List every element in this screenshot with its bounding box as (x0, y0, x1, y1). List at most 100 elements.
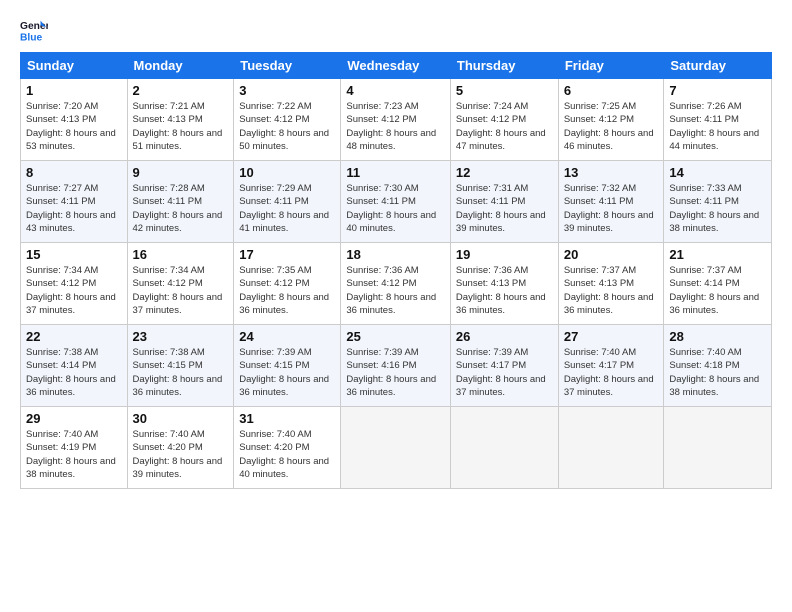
calendar-cell: 4 Sunrise: 7:23 AMSunset: 4:12 PMDaylight… (341, 79, 451, 161)
day-number: 14 (669, 165, 766, 180)
calendar-cell (664, 407, 772, 489)
svg-text:Blue: Blue (20, 32, 43, 43)
day-info: Sunrise: 7:28 AMSunset: 4:11 PMDaylight:… (133, 183, 223, 234)
weekday-header: Sunday (21, 53, 128, 79)
day-number: 31 (239, 411, 335, 426)
day-number: 30 (133, 411, 229, 426)
calendar-header-row: SundayMondayTuesdayWednesdayThursdayFrid… (21, 53, 772, 79)
day-number: 15 (26, 247, 122, 262)
calendar-cell: 24Sunrise: 7:39 AMSunset: 4:15 PMDayligh… (234, 325, 341, 407)
day-number: 13 (564, 165, 659, 180)
day-info: Sunrise: 7:34 AMSunset: 4:12 PMDaylight:… (26, 265, 116, 316)
day-number: 12 (456, 165, 553, 180)
calendar-cell: 7Sunrise: 7:26 AMSunset: 4:11 PMDaylight… (664, 79, 772, 161)
day-number: 1 (26, 83, 122, 98)
calendar-table: SundayMondayTuesdayWednesdayThursdayFrid… (20, 52, 772, 489)
day-number: 17 (239, 247, 335, 262)
weekday-header: Thursday (450, 53, 558, 79)
logo-icon: General Blue (20, 16, 48, 44)
day-info: Sunrise: 7:40 AMSunset: 4:19 PMDaylight:… (26, 429, 116, 480)
day-number: 28 (669, 329, 766, 344)
day-number: 11 (346, 165, 445, 180)
day-info: Sunrise: 7:25 AMSunset: 4:12 PMDaylight:… (564, 101, 654, 152)
day-info: Sunrise: 7:36 AMSunset: 4:13 PMDaylight:… (456, 265, 546, 316)
day-number: 8 (26, 165, 122, 180)
calendar-cell: 29 Sunrise: 7:40 AMSunset: 4:19 PMDayligh… (21, 407, 128, 489)
day-number: 20 (564, 247, 659, 262)
day-info: Sunrise: 7:30 AMSunset: 4:11 PMDaylight:… (346, 183, 436, 234)
calendar-cell: 18Sunrise: 7:36 AMSunset: 4:12 PMDayligh… (341, 243, 451, 325)
day-info: Sunrise: 7:31 AMSunset: 4:11 PMDaylight:… (456, 183, 546, 234)
calendar-week-row: 29 Sunrise: 7:40 AMSunset: 4:19 PMDayligh… (21, 407, 772, 489)
calendar-cell: 2 Sunrise: 7:21 AMSunset: 4:13 PMDaylight… (127, 79, 234, 161)
calendar-cell: 16 Sunrise: 7:34 AMSunset: 4:12 PMDayligh… (127, 243, 234, 325)
calendar-cell: 8Sunrise: 7:27 AMSunset: 4:11 PMDaylight… (21, 161, 128, 243)
day-info: Sunrise: 7:39 AMSunset: 4:17 PMDaylight:… (456, 347, 546, 398)
day-info: Sunrise: 7:40 AMSunset: 4:20 PMDaylight:… (133, 429, 223, 480)
day-info: Sunrise: 7:40 AMSunset: 4:17 PMDaylight:… (564, 347, 654, 398)
day-info: Sunrise: 7:29 AMSunset: 4:11 PMDaylight:… (239, 183, 329, 234)
calendar-week-row: 22 Sunrise: 7:38 AMSunset: 4:14 PMDayligh… (21, 325, 772, 407)
day-info: Sunrise: 7:37 AMSunset: 4:13 PMDaylight:… (564, 265, 654, 316)
day-info: Sunrise: 7:34 AMSunset: 4:12 PMDaylight:… (133, 265, 223, 316)
weekday-header: Saturday (664, 53, 772, 79)
day-info: Sunrise: 7:22 AMSunset: 4:12 PMDaylight:… (239, 101, 329, 152)
calendar-cell: 28 Sunrise: 7:40 AMSunset: 4:18 PMDayligh… (664, 325, 772, 407)
day-number: 2 (133, 83, 229, 98)
calendar-cell: 21Sunrise: 7:37 AMSunset: 4:14 PMDayligh… (664, 243, 772, 325)
weekday-header: Monday (127, 53, 234, 79)
calendar-cell: 1 Sunrise: 7:20 AMSunset: 4:13 PMDaylight… (21, 79, 128, 161)
calendar-cell: 3 Sunrise: 7:22 AMSunset: 4:12 PMDaylight… (234, 79, 341, 161)
calendar-cell: 5 Sunrise: 7:24 AMSunset: 4:12 PMDaylight… (450, 79, 558, 161)
calendar-cell: 27 Sunrise: 7:40 AMSunset: 4:17 PMDayligh… (558, 325, 664, 407)
page-header: General Blue (20, 16, 772, 44)
calendar-cell: 19 Sunrise: 7:36 AMSunset: 4:13 PMDayligh… (450, 243, 558, 325)
calendar-cell: 12 Sunrise: 7:31 AMSunset: 4:11 PMDayligh… (450, 161, 558, 243)
day-number: 22 (26, 329, 122, 344)
day-info: Sunrise: 7:40 AMSunset: 4:18 PMDaylight:… (669, 347, 759, 398)
day-number: 3 (239, 83, 335, 98)
day-info: Sunrise: 7:20 AMSunset: 4:13 PMDaylight:… (26, 101, 116, 152)
calendar-cell: 13 Sunrise: 7:32 AMSunset: 4:11 PMDayligh… (558, 161, 664, 243)
day-number: 4 (346, 83, 445, 98)
day-number: 23 (133, 329, 229, 344)
day-info: Sunrise: 7:35 AMSunset: 4:12 PMDaylight:… (239, 265, 329, 316)
day-number: 29 (26, 411, 122, 426)
calendar-week-row: 15 Sunrise: 7:34 AMSunset: 4:12 PMDayligh… (21, 243, 772, 325)
weekday-header: Wednesday (341, 53, 451, 79)
day-info: Sunrise: 7:39 AMSunset: 4:16 PMDaylight:… (346, 347, 436, 398)
calendar-cell: 10 Sunrise: 7:29 AMSunset: 4:11 PMDayligh… (234, 161, 341, 243)
calendar-cell: 14 Sunrise: 7:33 AMSunset: 4:11 PMDayligh… (664, 161, 772, 243)
day-info: Sunrise: 7:33 AMSunset: 4:11 PMDaylight:… (669, 183, 759, 234)
day-number: 26 (456, 329, 553, 344)
calendar-cell: 15 Sunrise: 7:34 AMSunset: 4:12 PMDayligh… (21, 243, 128, 325)
day-number: 19 (456, 247, 553, 262)
day-info: Sunrise: 7:39 AMSunset: 4:15 PMDaylight:… (239, 347, 329, 398)
day-info: Sunrise: 7:23 AMSunset: 4:12 PMDaylight:… (346, 101, 436, 152)
day-info: Sunrise: 7:24 AMSunset: 4:12 PMDaylight:… (456, 101, 546, 152)
day-info: Sunrise: 7:26 AMSunset: 4:11 PMDaylight:… (669, 101, 759, 152)
day-number: 16 (133, 247, 229, 262)
logo: General Blue (20, 16, 52, 44)
day-info: Sunrise: 7:21 AMSunset: 4:13 PMDaylight:… (133, 101, 223, 152)
calendar-cell: 31 Sunrise: 7:40 AMSunset: 4:20 PMDayligh… (234, 407, 341, 489)
calendar-cell: 30 Sunrise: 7:40 AMSunset: 4:20 PMDayligh… (127, 407, 234, 489)
day-info: Sunrise: 7:36 AMSunset: 4:12 PMDaylight:… (346, 265, 436, 316)
calendar-cell: 17 Sunrise: 7:35 AMSunset: 4:12 PMDayligh… (234, 243, 341, 325)
day-number: 25 (346, 329, 445, 344)
day-info: Sunrise: 7:40 AMSunset: 4:20 PMDaylight:… (239, 429, 329, 480)
calendar-cell: 22 Sunrise: 7:38 AMSunset: 4:14 PMDayligh… (21, 325, 128, 407)
day-info: Sunrise: 7:32 AMSunset: 4:11 PMDaylight:… (564, 183, 654, 234)
day-number: 27 (564, 329, 659, 344)
svg-text:General: General (20, 21, 48, 32)
calendar-cell (450, 407, 558, 489)
calendar-cell (341, 407, 451, 489)
calendar-week-row: 1 Sunrise: 7:20 AMSunset: 4:13 PMDaylight… (21, 79, 772, 161)
day-info: Sunrise: 7:38 AMSunset: 4:14 PMDaylight:… (26, 347, 116, 398)
day-number: 5 (456, 83, 553, 98)
day-number: 10 (239, 165, 335, 180)
calendar-cell: 6Sunrise: 7:25 AMSunset: 4:12 PMDaylight… (558, 79, 664, 161)
calendar-cell: 20 Sunrise: 7:37 AMSunset: 4:13 PMDayligh… (558, 243, 664, 325)
calendar-page: General Blue SundayMondayTuesdayWednesda… (0, 0, 792, 612)
calendar-cell: 25 Sunrise: 7:39 AMSunset: 4:16 PMDayligh… (341, 325, 451, 407)
